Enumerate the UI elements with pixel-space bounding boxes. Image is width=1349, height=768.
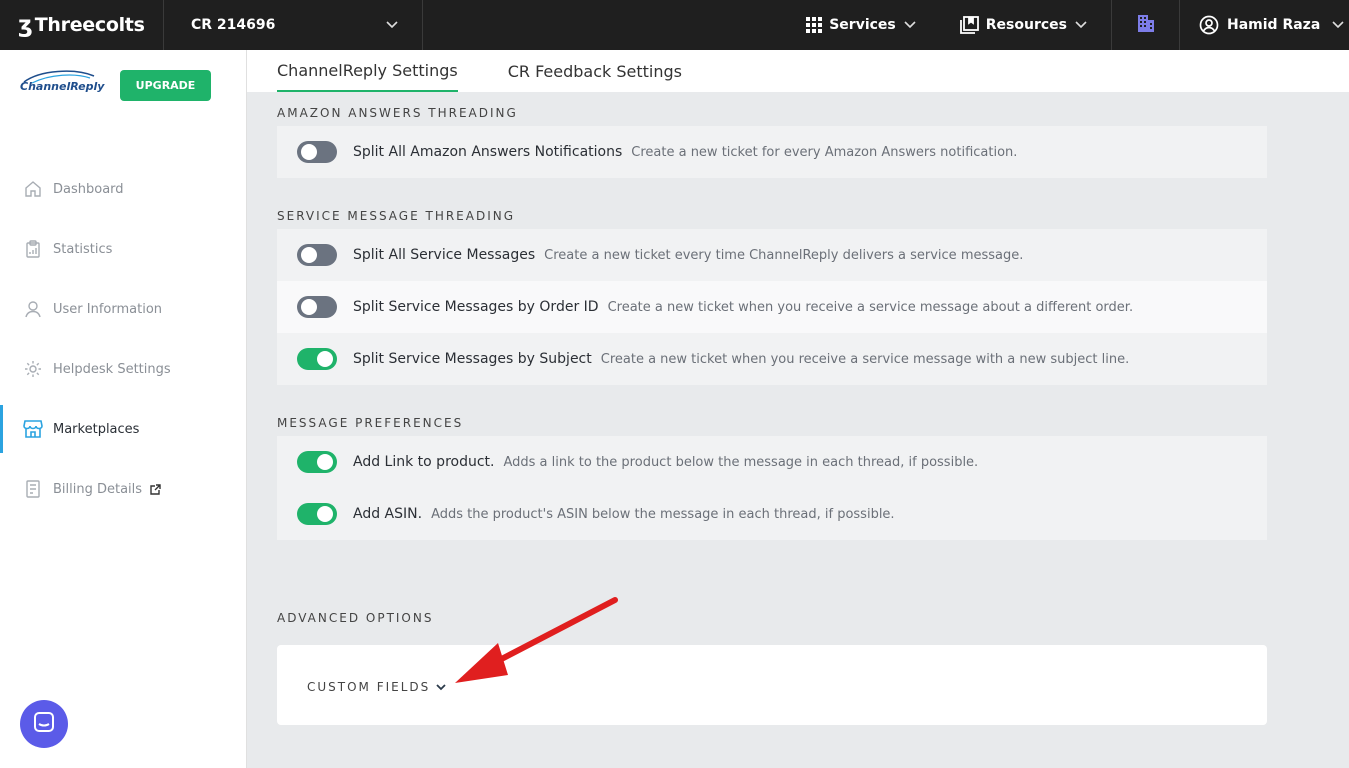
sidebar-item-user-information[interactable]: User Information [0,285,246,333]
sidebar-item-label: Statistics [53,241,113,257]
organization-button[interactable] [1111,0,1180,50]
resources-menu[interactable]: Resources [959,0,1111,50]
account-label: CR 214696 [191,17,276,33]
section-title-service-message: SERVICE MESSAGE THREADING [277,209,516,223]
custom-fields-label: CUSTOM FIELDS [307,680,431,694]
toggle-switch[interactable] [297,244,337,266]
settings-tabs: ChannelReply Settings CR Feedback Settin… [247,50,1349,92]
section-title-amazon-answers: AMAZON ANSWERS THREADING [277,106,518,120]
services-menu[interactable]: Services [805,0,960,50]
user-name: Hamid Raza [1227,17,1321,33]
logo-text: ChannelReply [20,80,105,93]
setting-description: Create a new ticket when you receive a s… [600,351,1130,367]
setting-row: Split All Service Messages Create a new … [277,229,1267,281]
chevron-down-icon [1332,18,1344,33]
toggle-switch[interactable] [297,141,337,163]
sidebar-item-label: Helpdesk Settings [53,361,171,377]
store-icon [23,419,43,439]
setting-title: Split Service Messages by Order ID [353,299,599,315]
sidebar-item-statistics[interactable]: Statistics [0,225,246,273]
grid-icon [805,16,823,34]
tab-cr-feedback-settings[interactable]: CR Feedback Settings [508,50,682,92]
external-link-icon [150,483,161,495]
resources-label: Resources [985,17,1067,33]
setting-title: Split Service Messages by Subject [353,351,592,367]
setting-title: Split All Amazon Answers Notifications [353,144,623,160]
setting-title: Add ASIN. [353,506,423,522]
threecolts-logo-icon: ʒ [18,12,33,38]
setting-row: Split Service Messages by Order ID Creat… [277,281,1267,333]
setting-description: Create a new ticket when you receive a s… [607,299,1134,315]
tab-channelreply-settings[interactable]: ChannelReply Settings [277,50,458,92]
chat-launcher-button[interactable] [20,700,68,748]
sidebar-item-label: Marketplaces [53,421,140,437]
brand-name: Threecolts [34,14,145,36]
user-menu[interactable]: Hamid Raza [1180,15,1349,35]
toggle-switch[interactable] [297,503,337,525]
top-bar: ʒ Threecolts CR 214696 Services Resource… [0,0,1349,50]
upgrade-button[interactable]: UPGRADE [120,70,211,101]
chevron-down-icon [1075,18,1087,33]
setting-row: Add Link to product. Adds a link to the … [277,436,1267,488]
advanced-options-card: CUSTOM FIELDS [277,645,1267,725]
sidebar-item-billing-details[interactable]: Billing Details [0,465,246,513]
chevron-down-icon [904,18,916,33]
section-title-advanced-options: ADVANCED OPTIONS [277,611,434,625]
book-icon [959,16,980,34]
setting-title: Split All Service Messages [353,247,536,263]
chat-icon [33,711,55,737]
annotation-arrow-icon [455,597,618,683]
setting-description: Adds a link to the product below the mes… [503,454,979,470]
sidebar-item-marketplaces[interactable]: Marketplaces [0,405,246,453]
section-title-message-preferences: MESSAGE PREFERENCES [277,416,464,430]
channelreply-logo[interactable]: ChannelReply [20,70,104,106]
setting-row: Split Service Messages by Subject Create… [277,333,1267,385]
toggle-switch[interactable] [297,348,337,370]
setting-row: Split All Amazon Answers Notifications C… [277,126,1267,178]
setting-description: Create a new ticket for every Amazon Ans… [631,144,1018,160]
custom-fields-toggle[interactable]: CUSTOM FIELDS [307,680,446,694]
home-icon [23,179,43,199]
clipboard-icon [23,239,43,259]
services-label: Services [829,17,896,33]
sidebar-item-label: User Information [53,301,163,317]
chevron-down-icon [436,683,446,691]
setting-description: Adds the product's ASIN below the messag… [431,506,895,522]
toggle-switch[interactable] [297,296,337,318]
setting-row: Add ASIN. Adds the product's ASIN below … [277,488,1267,540]
sidebar-item-dashboard[interactable]: Dashboard [0,165,246,213]
sidebar-item-label: Billing Details [53,481,143,497]
chevron-down-icon [386,18,398,33]
sidebar-item-helpdesk-settings[interactable]: Helpdesk Settings [0,345,246,393]
account-selector[interactable]: CR 214696 [164,0,423,50]
brand[interactable]: ʒ Threecolts [0,0,164,50]
sidebar-item-label: Dashboard [53,181,124,197]
toggle-switch[interactable] [297,451,337,473]
sidebar: ChannelReply UPGRADE Dashboard Statistic… [0,50,247,768]
setting-title: Add Link to product. [353,454,495,470]
user-icon [23,299,43,319]
building-icon [1136,13,1156,37]
setting-description: Create a new ticket every time ChannelRe… [544,247,1024,263]
user-circle-icon [1199,15,1219,35]
billing-icon [23,479,43,499]
gear-icon [23,359,43,379]
